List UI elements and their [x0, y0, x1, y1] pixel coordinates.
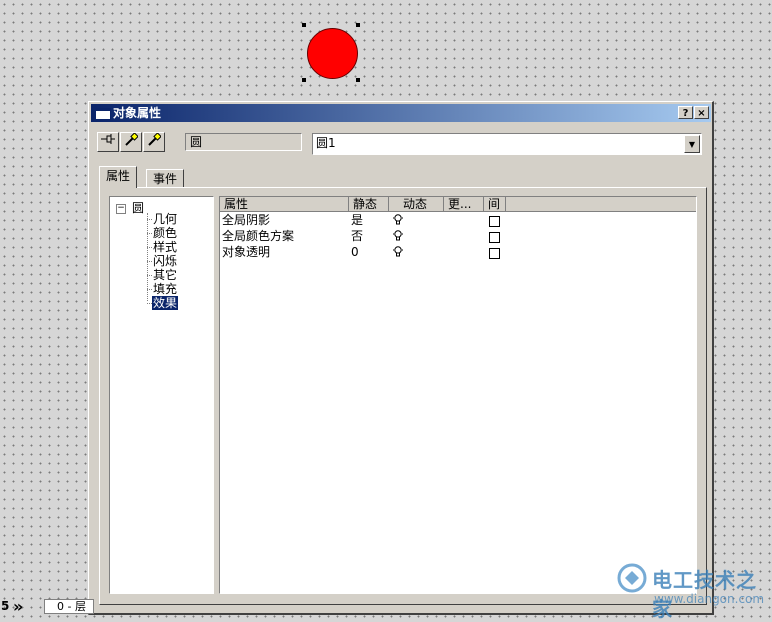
selection-handle[interactable] [356, 78, 360, 82]
tree-connector [147, 213, 148, 301]
tree-root-label: 圆 [132, 201, 145, 215]
red-circle-object[interactable] [307, 28, 358, 79]
column-header-dynamic[interactable]: 动态 [389, 197, 444, 212]
dropdown-arrow-icon[interactable]: ▼ [684, 135, 700, 153]
property-name[interactable]: 对象透明 [222, 244, 270, 260]
pin-icon [101, 134, 115, 144]
dialog-title: 对象属性 [113, 106, 162, 120]
column-header-interval[interactable]: 间 [484, 197, 506, 212]
pipette-icon [148, 132, 162, 146]
interval-checkbox[interactable] [489, 248, 500, 259]
selection-handle[interactable] [302, 78, 306, 82]
object-select-value: 圆1 [316, 136, 336, 150]
copy-properties-button[interactable] [120, 132, 142, 152]
next-page-button[interactable]: » [13, 597, 23, 616]
layer-field[interactable]: 0 - 层 [44, 599, 94, 614]
interval-checkbox[interactable] [489, 232, 500, 243]
property-grid: 属性 静态 动态 更... 间 全局阴影 是 全局颜色方案 否 对象透明 0 [219, 196, 697, 594]
paste-properties-button[interactable] [143, 132, 165, 152]
window-icon [95, 108, 111, 120]
watermark-logo-icon [617, 563, 647, 593]
lightbulb-icon[interactable] [393, 246, 403, 257]
interval-checkbox[interactable] [489, 216, 500, 227]
tree-item-effects[interactable]: 效果 [146, 296, 179, 310]
pin-button[interactable] [97, 132, 119, 152]
property-static-value[interactable]: 0 [351, 244, 359, 260]
column-header-property[interactable]: 属性 [220, 197, 349, 212]
watermark-url: www.diangon.com [654, 592, 765, 606]
property-static-value[interactable]: 否 [351, 228, 363, 244]
property-tree[interactable]: − 圆 几何 颜色 样式 闪烁 其它 填充 效果 [109, 196, 214, 594]
tree-item-other[interactable]: 其它 [146, 268, 178, 282]
dialog-titlebar[interactable]: 对象属性 ? × [91, 104, 711, 122]
tree-item-style[interactable]: 样式 [146, 240, 178, 254]
pipette-icon [125, 132, 139, 146]
object-properties-dialog: 对象属性 ? × 圆 圆1 ▼ 属性 事件 − 圆 几何 颜色 样式 闪烁 其它… [88, 101, 714, 615]
selection-handle[interactable] [356, 23, 360, 27]
property-name[interactable]: 全局颜色方案 [222, 228, 294, 244]
collapse-icon[interactable]: − [116, 203, 126, 214]
tab-properties[interactable]: 属性 [99, 166, 138, 188]
selection-handle[interactable] [302, 23, 306, 27]
page-number: 5 [1, 599, 10, 613]
properties-panel: − 圆 几何 颜色 样式 闪烁 其它 填充 效果 属性 静态 动态 更... 间 … [99, 187, 707, 605]
tree-item-geometry[interactable]: 几何 [146, 212, 178, 226]
watermark: 电工技术之家 www.diangon.com [612, 556, 772, 621]
tree-item-color[interactable]: 颜色 [146, 226, 178, 240]
tree-item-fill[interactable]: 填充 [146, 282, 178, 296]
tree-root[interactable]: − 圆 [116, 199, 144, 216]
tab-events[interactable]: 事件 [146, 169, 185, 188]
close-button[interactable]: × [694, 106, 709, 119]
column-header-static[interactable]: 静态 [349, 197, 389, 212]
help-button[interactable]: ? [678, 106, 693, 119]
tree-item-flash[interactable]: 闪烁 [146, 254, 178, 268]
object-select[interactable]: 圆1 ▼ [312, 133, 702, 155]
lightbulb-icon[interactable] [393, 230, 403, 241]
column-header-update[interactable]: 更... [444, 197, 484, 212]
property-static-value[interactable]: 是 [351, 212, 363, 228]
column-header-filler [506, 197, 696, 212]
object-type-field: 圆 [185, 133, 302, 151]
property-name[interactable]: 全局阴影 [222, 212, 270, 228]
layer-navigation-bar: 5 » 0 - 层 [0, 597, 94, 616]
lightbulb-icon[interactable] [393, 214, 403, 225]
